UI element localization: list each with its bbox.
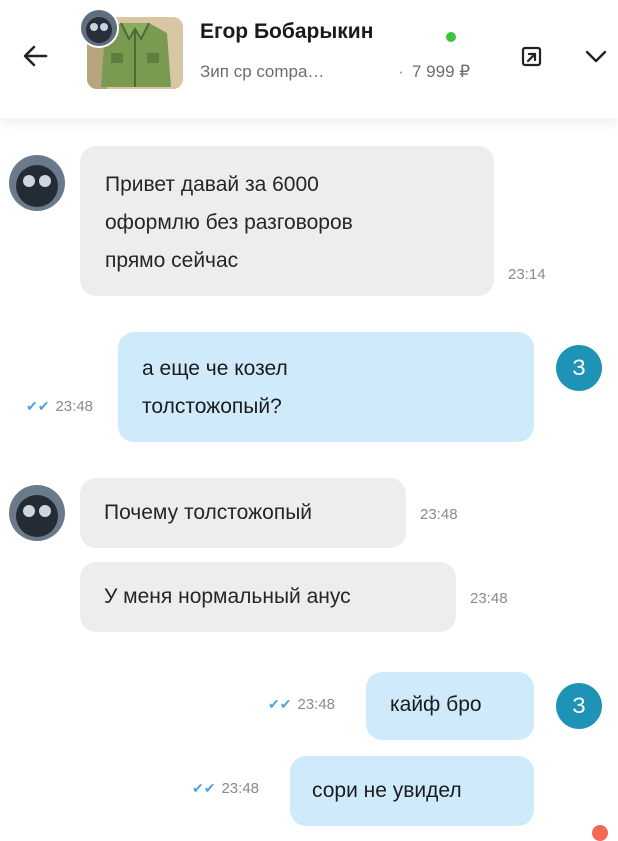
message-text-line: У меня нормальный анус (104, 585, 351, 608)
message-time: 23:48 (55, 398, 94, 415)
double-check-icon: ✔✔ (268, 696, 292, 712)
message-bubble-incoming[interactable]: Привет давай за 6000 оформлю без разгово… (80, 146, 546, 296)
message-status: ✔✔ 23:48 (268, 696, 335, 713)
arrow-left-icon (23, 45, 48, 67)
message-status: ✔✔ 23:48 (26, 398, 93, 415)
contact-name[interactable]: Егор Бобарыкин (200, 20, 373, 44)
notification-dot (592, 825, 608, 841)
back-button[interactable] (14, 34, 58, 78)
contact-avatar[interactable] (79, 8, 119, 48)
message-status: ✔✔ 23:48 (192, 780, 259, 797)
open-listing-button[interactable] (516, 40, 548, 72)
message-time: 23:48 (470, 590, 508, 607)
message-bubble-outgoing[interactable]: сори не увидел (290, 756, 534, 826)
message-bubble-incoming[interactable]: У меня нормальный анус (80, 562, 456, 632)
message-time: 23:48 (420, 506, 458, 523)
message-text-line: толстожопый? (142, 395, 282, 418)
my-avatar[interactable]: З (556, 683, 602, 729)
message-bubble-outgoing[interactable]: кайф бро (366, 672, 534, 740)
message-text-line: а еще че козел (142, 357, 288, 380)
sender-avatar[interactable] (9, 485, 65, 541)
message-time: 23:48 (221, 780, 260, 797)
message-text-line: прямо сейчас (105, 249, 239, 272)
sender-avatar-image (9, 155, 65, 211)
sender-avatar-image (9, 485, 65, 541)
message-bubble-outgoing[interactable]: а еще че козел толстожопый? (118, 332, 534, 442)
message-time: 23:14 (508, 266, 546, 283)
listing-separator: · (398, 62, 404, 81)
listing-title[interactable]: Зип ср compa… (200, 62, 324, 82)
online-status-dot (446, 32, 456, 42)
message-text-line: Почему толстожопый (104, 501, 313, 524)
message-bubble-incoming[interactable]: Почему толстожопый (80, 478, 406, 548)
message-text-line: кайф бро (390, 693, 482, 716)
my-avatar[interactable]: З (556, 345, 602, 391)
message-time: 23:48 (297, 696, 336, 713)
chat-header: Егор Бобарыкин Зип ср compa… · 7 999 ₽ (0, 0, 618, 118)
chevron-down-icon (585, 50, 607, 63)
open-external-icon (521, 46, 542, 67)
message-text-line: сори не увидел (312, 779, 462, 802)
listing-price: 7 999 ₽ (412, 62, 471, 81)
sender-avatar[interactable] (9, 155, 65, 211)
double-check-icon: ✔✔ (26, 398, 50, 414)
contact-avatar-image (81, 10, 117, 46)
message-text-line: Привет давай за 6000 (105, 173, 319, 196)
expand-header-button[interactable] (580, 40, 612, 72)
message-text-line: оформлю без разговоров (105, 211, 353, 234)
double-check-icon: ✔✔ (192, 780, 216, 796)
